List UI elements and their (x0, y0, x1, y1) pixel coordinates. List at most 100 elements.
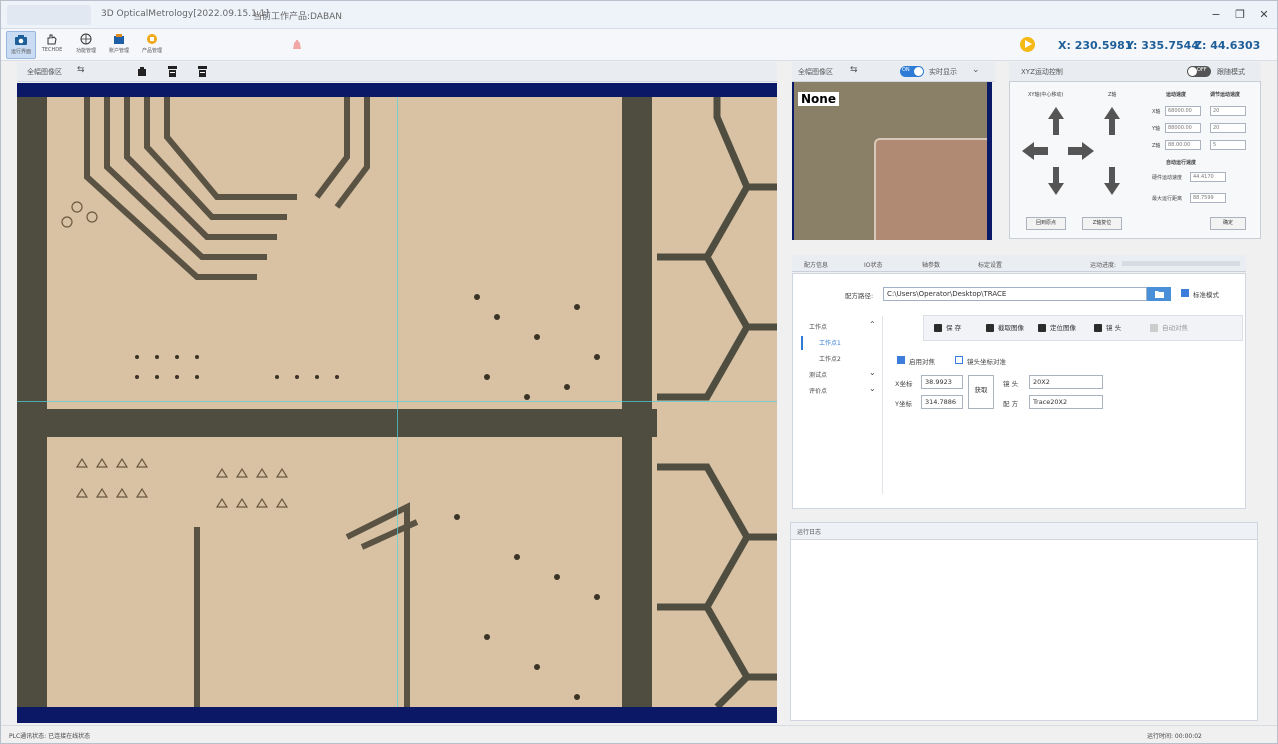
app-window: 3D OpticalMetrology[2022.09.15.1.1] 当前工作… (0, 0, 1278, 744)
preview-title: 全幅图像区 (798, 68, 833, 76)
alarm-icon[interactable] (291, 39, 303, 51)
arrow-right-icon[interactable] (1068, 142, 1094, 160)
title-bar: 3D OpticalMetrology[2022.09.15.1.1] 当前工作… (1, 1, 1277, 29)
main-camera-view[interactable] (17, 83, 777, 723)
tree-root[interactable]: 工作点 (809, 322, 827, 331)
swap-icon[interactable]: ⇆ (77, 65, 85, 75)
save-button[interactable]: 保 存 (932, 316, 961, 340)
log-title: 运行日志 (797, 529, 822, 536)
arrow-up-icon[interactable] (1048, 107, 1064, 135)
log-area[interactable] (790, 540, 1258, 721)
max-distance-label: 最大运行距离 (1152, 196, 1183, 202)
run-button[interactable] (1020, 37, 1035, 52)
chevron-up-icon[interactable]: ⌃ (869, 320, 876, 329)
maximize-button[interactable]: ❐ (1233, 8, 1247, 22)
confirm-button[interactable]: 确定 (1210, 217, 1246, 230)
selection-indicator (801, 336, 803, 350)
locate-image-button[interactable]: 定位图像 (1036, 316, 1076, 340)
z-step-input[interactable]: 5 (1210, 140, 1246, 150)
chevron-down-icon[interactable]: ⌄ (972, 65, 980, 75)
folder-browse-button[interactable] (1147, 287, 1171, 301)
x-coord-input[interactable]: 38.9923 (921, 375, 963, 389)
tool-accounts[interactable]: 账户管理 (104, 31, 134, 59)
minimize-button[interactable]: − (1209, 8, 1223, 22)
log-header: 运行日志 (790, 522, 1258, 540)
autofocus-button[interactable]: 自动对焦 (1148, 316, 1188, 340)
capture-image-button[interactable]: 截取图像 (984, 316, 1024, 340)
tab-axis[interactable]: 轴参数 (922, 260, 940, 269)
tree-item-1[interactable]: 工作点1 (819, 338, 841, 347)
tree-node-2[interactable]: 测试点 (809, 370, 827, 379)
recipe-select[interactable]: Trace20X2 (1029, 395, 1103, 409)
max-distance-input[interactable]: 88.7599 (1190, 193, 1226, 203)
progress-label: 运动进度: (1090, 262, 1117, 269)
standard-mode-checkbox[interactable] (1181, 289, 1189, 297)
x-speed-input[interactable]: 68000.00 (1165, 106, 1201, 116)
close-button[interactable]: ✕ (1257, 8, 1271, 22)
home-button[interactable]: 回到原点 (1026, 217, 1066, 230)
pad-feature (874, 138, 987, 240)
y-step-input[interactable]: 20 (1210, 123, 1246, 133)
lens-label: 镜 头 (1003, 380, 1019, 388)
tool-techde[interactable]: TECHDE (37, 31, 67, 59)
lens-align-checkbox[interactable] (955, 356, 963, 364)
lens-select[interactable]: 20X2 (1029, 375, 1103, 389)
y-coord-input[interactable]: 314.7886 (921, 395, 963, 409)
lens-button[interactable]: 镜 头 (1092, 316, 1121, 340)
capture-coord-button[interactable]: 获取 (968, 375, 994, 409)
lens-icon[interactable] (167, 65, 178, 78)
recipe-settings: 配方路径: C:\Users\Operator\Desktop\TRACE 标准… (792, 273, 1246, 509)
chevron-down-icon[interactable]: ⌄ (869, 368, 876, 377)
plc-status: PLC通讯状态: 已连接在线状态 (9, 733, 91, 740)
camera-icon (15, 35, 27, 45)
tab-io[interactable]: IO状态 (864, 260, 883, 269)
globe-icon (80, 33, 92, 45)
enable-focus-label: 启用对焦 (909, 358, 935, 366)
xy-label: XY轴(中心移动) (1028, 92, 1064, 98)
tool-function[interactable]: 功能管理 (71, 31, 101, 59)
preview-view[interactable]: None (792, 82, 992, 240)
z-reset-button[interactable]: Z轴复位 (1082, 217, 1122, 230)
control-title: XYZ运动控制 (1021, 68, 1063, 76)
box-icon (147, 34, 157, 44)
folder-icon (1155, 291, 1164, 298)
tree-node-3[interactable]: 评价点 (809, 386, 827, 395)
z-coordinate: Z: 44.6303 (1194, 39, 1261, 52)
y-coordinate: Y: 335.7544 (1126, 39, 1199, 52)
tool-products[interactable]: 产品管理 (137, 31, 167, 59)
x-step-input[interactable]: 20 (1210, 106, 1246, 116)
pcb-image (17, 97, 777, 707)
follow-label: 跟随模式 (1217, 68, 1245, 76)
x-axis-label: X轴 (1152, 109, 1161, 115)
camera-small-icon[interactable] (137, 66, 147, 77)
camera-icon (986, 324, 994, 332)
image-panel-title: 全幅图像区 (27, 68, 62, 76)
tool-label: 运行界面 (10, 49, 31, 55)
z-down-icon[interactable] (1104, 167, 1120, 195)
arrow-left-icon[interactable] (1022, 142, 1048, 160)
tree-item-2[interactable]: 工作点2 (819, 354, 841, 363)
tool-label: 功能管理 (75, 48, 96, 54)
chevron-down-icon[interactable]: ⌄ (869, 384, 876, 393)
z-axis-label: Z轴 (1152, 143, 1161, 149)
tab-calibration[interactable]: 标定设置 (978, 260, 1002, 269)
standard-mode-label: 标准模式 (1193, 291, 1219, 299)
preview-header: 全幅图像区 ⇆ ON 实时显示 ⌄ (792, 62, 995, 82)
z-up-icon[interactable] (1104, 107, 1120, 135)
crosshair-vertical (397, 97, 398, 707)
enable-focus-checkbox[interactable] (897, 356, 905, 364)
swap-icon[interactable]: ⇆ (850, 65, 858, 75)
tab-recipe[interactable]: 配方信息 (804, 260, 828, 269)
auto-speed-label: 自动运行速度 (1166, 160, 1197, 166)
recipe-path-input[interactable]: C:\Users\Operator\Desktop\TRACE (883, 287, 1147, 301)
control-header: XYZ运动控制 OFF 跟随模式 (1009, 62, 1261, 82)
tool-run-view[interactable]: 运行界面 (6, 31, 36, 59)
run-time: 运行时间: 00:00:02 (1147, 733, 1202, 740)
tool-label: 账户管理 (108, 48, 129, 54)
z-speed-input[interactable]: 88.00.00 (1165, 140, 1201, 150)
arrow-down-icon[interactable] (1048, 167, 1064, 195)
lens-alt-icon[interactable] (197, 65, 208, 78)
hardware-speed-input[interactable]: 44.4170 (1190, 172, 1226, 182)
y-speed-input[interactable]: 88000.00 (1165, 123, 1201, 133)
crosshair-horizontal (17, 401, 777, 402)
